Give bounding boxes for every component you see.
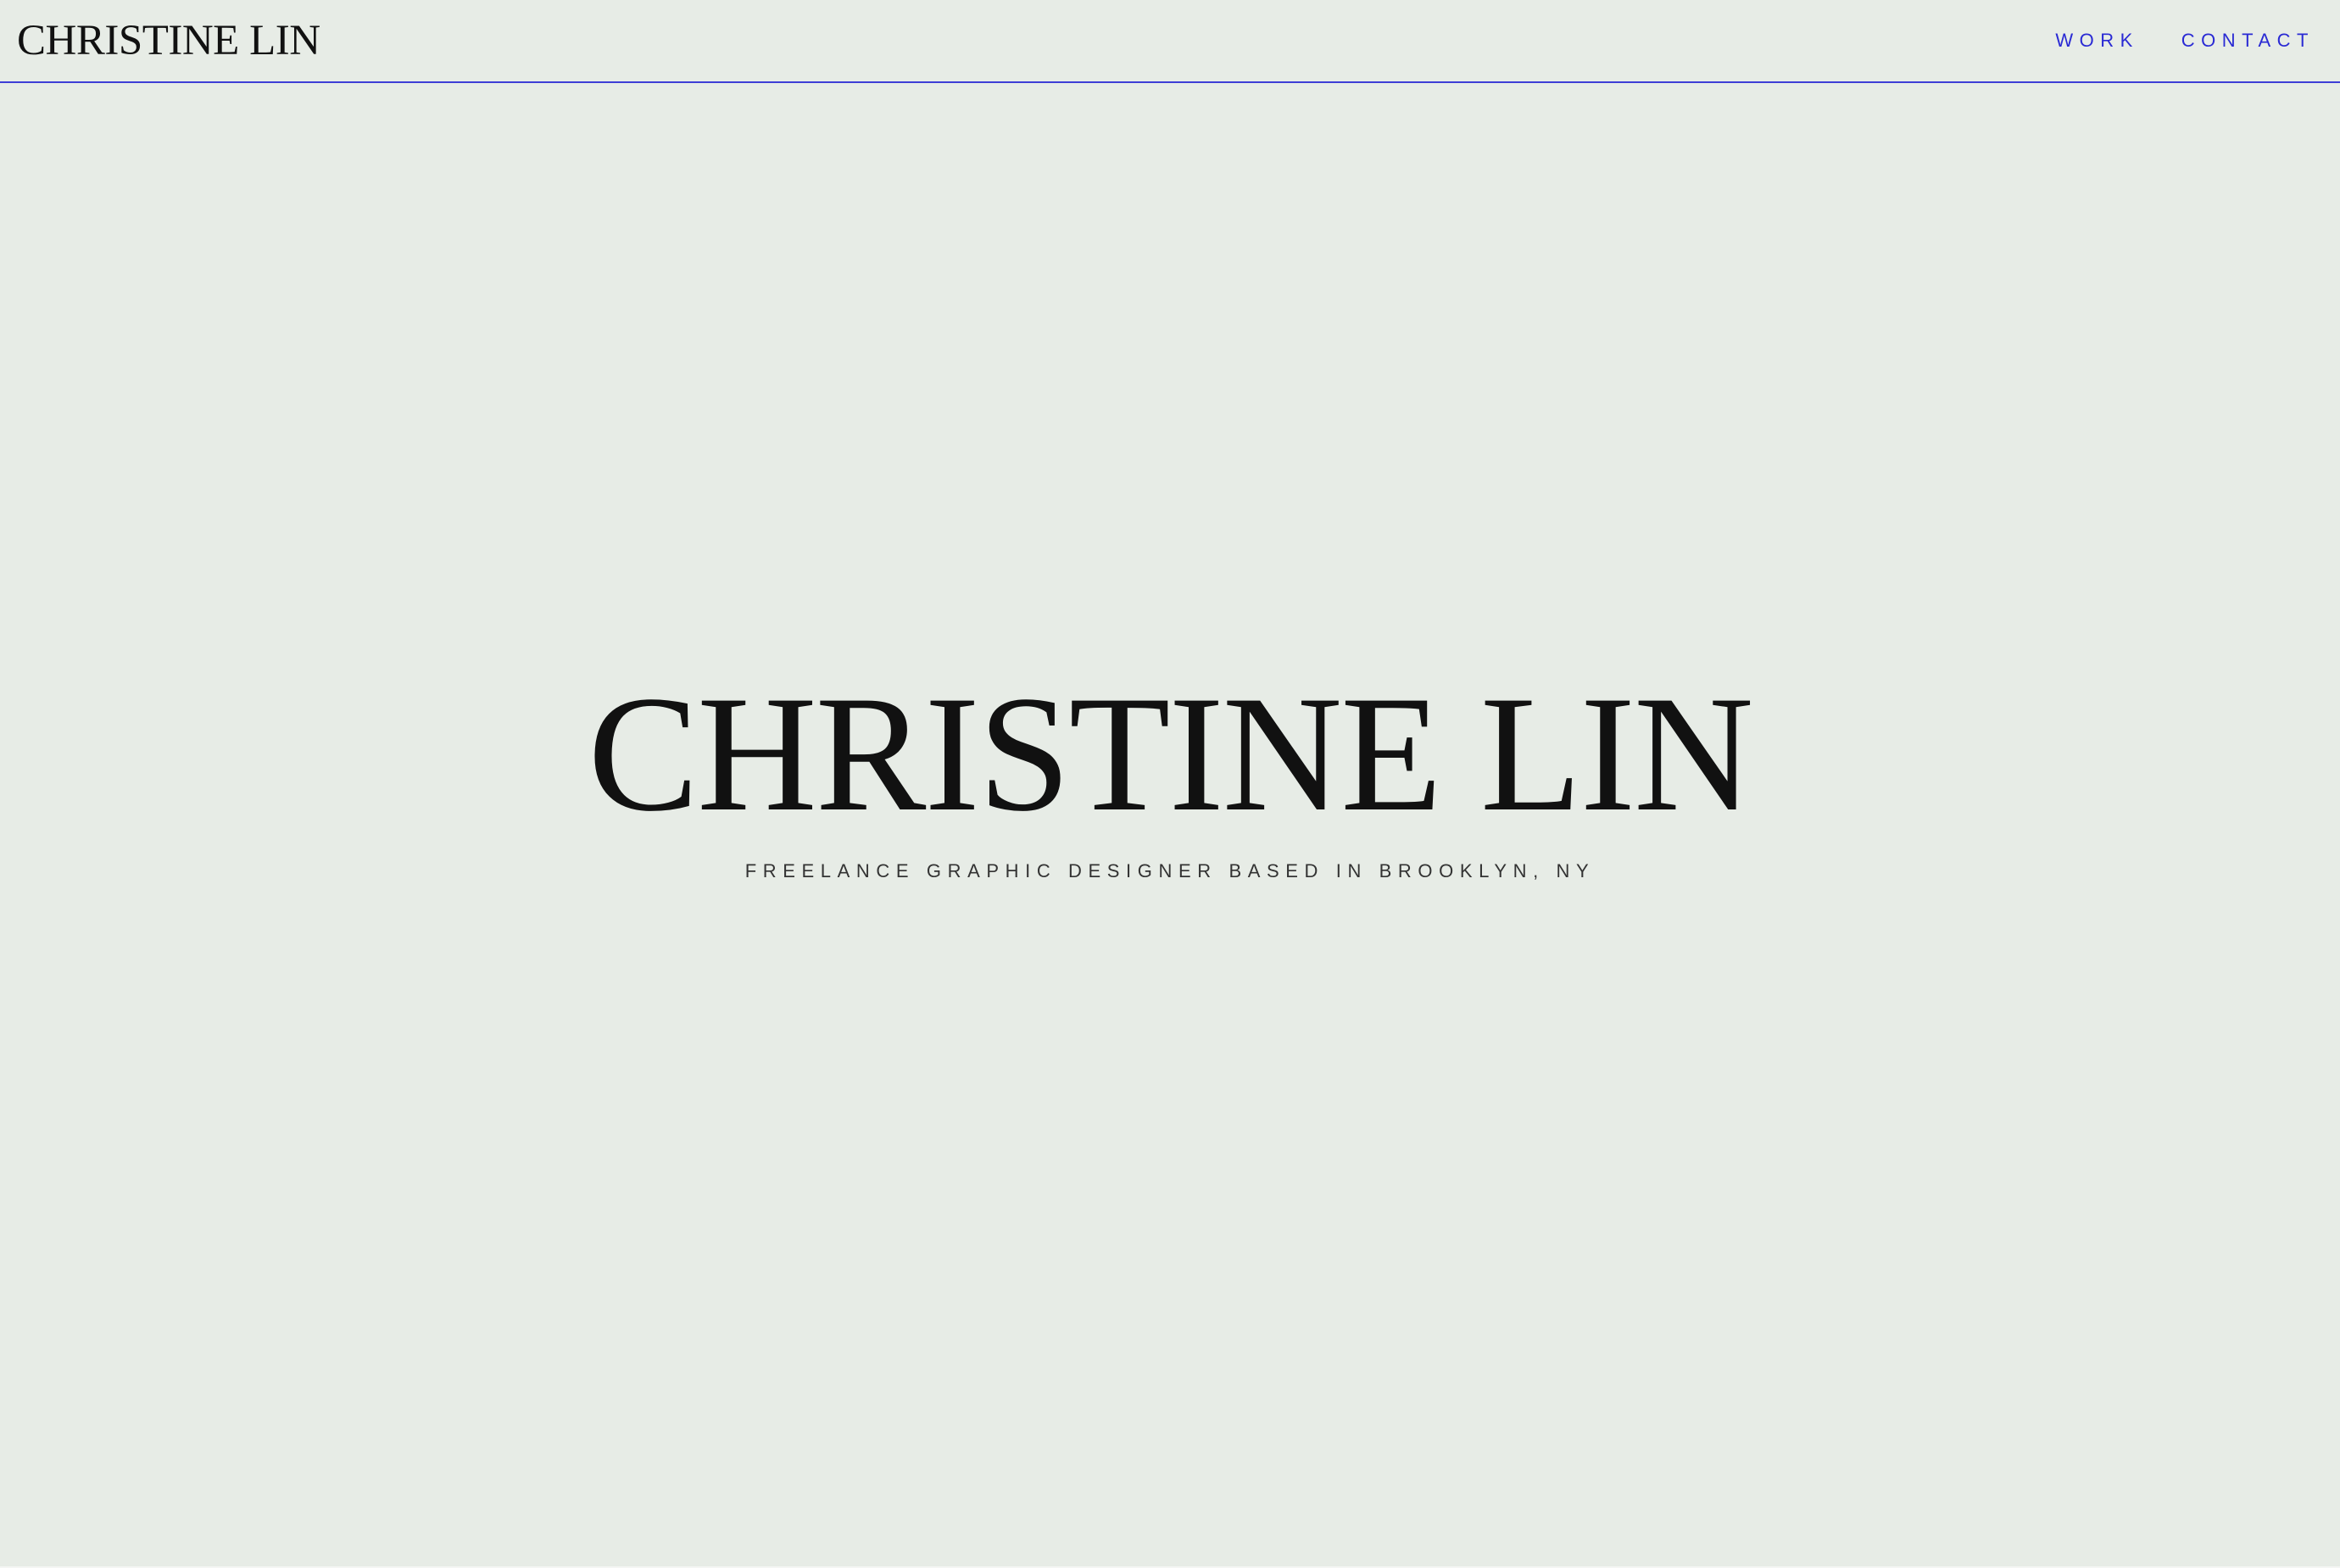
hero-title: CHRISTINE LIN	[588, 662, 1753, 846]
hero-subtitle: FREELANCE GRAPHIC DESIGNER BASED IN BROO…	[744, 860, 1596, 881]
hero-section: CHRISTINE LIN FREELANCE GRAPHIC DESIGNER…	[0, 0, 2340, 1568]
